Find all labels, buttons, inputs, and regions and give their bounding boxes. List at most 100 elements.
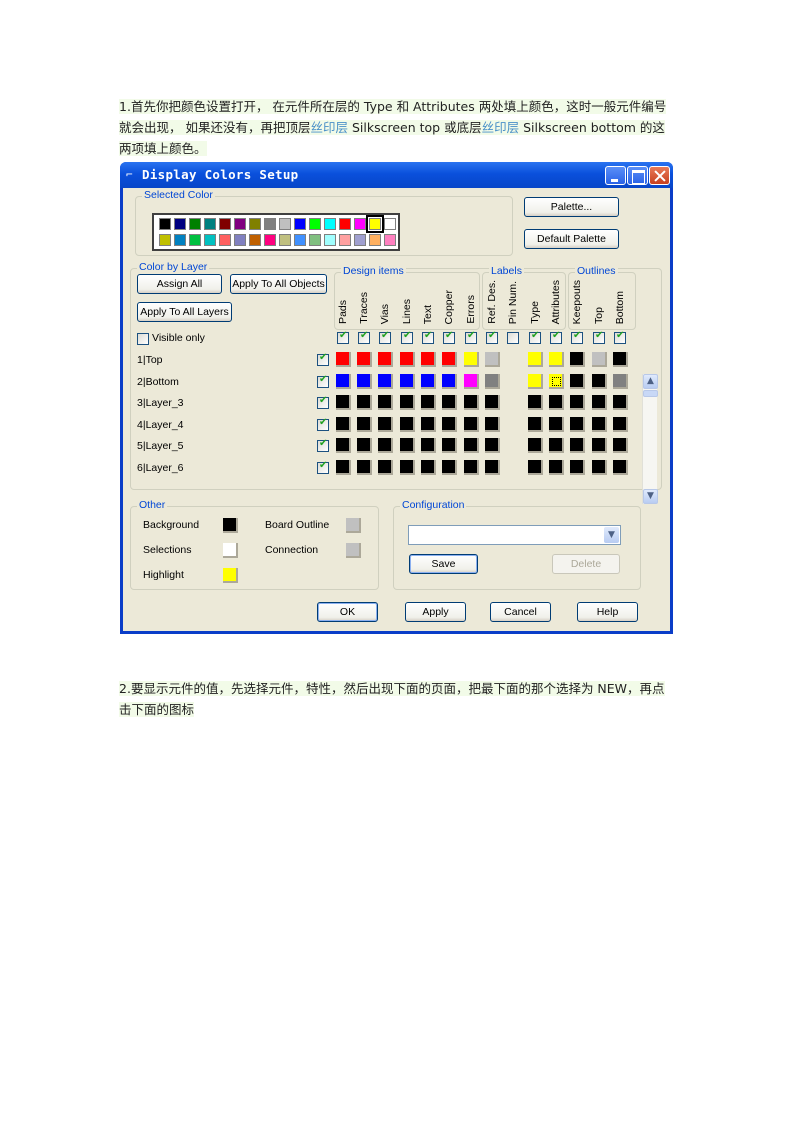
- layer-enable-checkbox[interactable]: [317, 374, 329, 388]
- layer-color-swatch[interactable]: [592, 373, 607, 389]
- cancel-button[interactable]: Cancel: [490, 602, 551, 622]
- palette-swatch[interactable]: [219, 218, 231, 230]
- column-enable-checkbox[interactable]: [465, 330, 477, 344]
- layer-color-swatch[interactable]: [400, 373, 415, 389]
- chevron-down-icon[interactable]: ▼: [604, 527, 619, 543]
- layer-enable-checkbox[interactable]: [317, 460, 329, 474]
- layer-color-swatch[interactable]: [421, 352, 436, 367]
- palette-swatch[interactable]: [309, 234, 321, 246]
- palette-swatch[interactable]: [234, 218, 246, 230]
- layer-color-swatch[interactable]: [336, 416, 351, 432]
- palette-swatch[interactable]: [174, 234, 186, 246]
- layer-scrollbar[interactable]: ▲ ▼: [642, 374, 658, 504]
- layer-color-swatch[interactable]: [357, 395, 372, 410]
- layer-color-swatch[interactable]: [613, 395, 628, 410]
- layer-enable-checkbox[interactable]: [317, 417, 329, 431]
- layer-color-swatch[interactable]: [357, 373, 372, 389]
- layer-color-swatch[interactable]: [357, 438, 372, 453]
- layer-color-swatch[interactable]: [485, 438, 500, 453]
- layer-color-swatch[interactable]: [400, 352, 415, 367]
- palette-swatch[interactable]: [189, 234, 201, 246]
- layer-color-swatch[interactable]: [549, 352, 564, 367]
- palette-swatch[interactable]: [279, 234, 291, 246]
- layer-color-swatch[interactable]: [336, 352, 351, 367]
- other-item-swatch[interactable]: [223, 568, 238, 583]
- column-enable-checkbox[interactable]: [571, 330, 583, 344]
- palette-swatch[interactable]: [324, 218, 336, 230]
- layer-color-swatch[interactable]: [378, 416, 393, 432]
- column-enable-checkbox[interactable]: [529, 330, 541, 344]
- palette-swatch[interactable]: [249, 234, 261, 246]
- layer-color-swatch[interactable]: [378, 438, 393, 453]
- palette-swatch[interactable]: [354, 218, 366, 230]
- layer-color-swatch[interactable]: [378, 352, 393, 367]
- scroll-up-icon[interactable]: ▲: [643, 374, 658, 389]
- layer-color-swatch[interactable]: [464, 438, 479, 453]
- layer-color-swatch[interactable]: [336, 438, 351, 453]
- layer-color-swatch[interactable]: [613, 373, 628, 389]
- layer-color-swatch[interactable]: [378, 373, 393, 389]
- layer-color-swatch[interactable]: [442, 373, 457, 389]
- layer-color-swatch[interactable]: [549, 416, 564, 432]
- layer-color-swatch[interactable]: [378, 459, 393, 475]
- palette-swatch[interactable]: [204, 234, 216, 246]
- palette-swatch[interactable]: [159, 234, 171, 246]
- layer-color-swatch[interactable]: [570, 459, 585, 475]
- layer-color-swatch[interactable]: [485, 416, 500, 432]
- configuration-select[interactable]: ▼: [408, 525, 621, 545]
- default-palette-button[interactable]: Default Palette: [524, 229, 619, 249]
- layer-color-swatch[interactable]: [421, 395, 436, 410]
- layer-color-swatch[interactable]: [400, 438, 415, 453]
- layer-color-swatch[interactable]: [613, 459, 628, 475]
- palette-swatch[interactable]: [339, 218, 351, 230]
- delete-button[interactable]: Delete: [552, 554, 620, 574]
- layer-color-swatch[interactable]: [336, 373, 351, 389]
- layer-color-swatch[interactable]: [592, 395, 607, 410]
- layer-color-swatch[interactable]: [549, 438, 564, 453]
- layer-color-swatch[interactable]: [592, 352, 607, 367]
- layer-color-swatch[interactable]: [528, 395, 543, 410]
- column-enable-checkbox[interactable]: [443, 330, 455, 344]
- palette-swatch[interactable]: [384, 234, 396, 246]
- layer-color-swatch[interactable]: [400, 416, 415, 432]
- palette-swatch[interactable]: [219, 234, 231, 246]
- palette-swatch[interactable]: [384, 218, 396, 230]
- layer-color-swatch[interactable]: [549, 373, 564, 389]
- layer-color-swatch[interactable]: [485, 373, 500, 389]
- palette-swatch[interactable]: [369, 234, 381, 246]
- layer-color-swatch[interactable]: [421, 438, 436, 453]
- layer-color-swatch[interactable]: [528, 438, 543, 453]
- palette-swatch[interactable]: [264, 234, 276, 246]
- layer-enable-checkbox[interactable]: [317, 352, 329, 366]
- layer-color-swatch[interactable]: [570, 416, 585, 432]
- layer-color-swatch[interactable]: [485, 352, 500, 367]
- layer-color-swatch[interactable]: [528, 459, 543, 475]
- close-icon[interactable]: [649, 166, 670, 185]
- layer-color-swatch[interactable]: [613, 438, 628, 453]
- palette-swatch[interactable]: [174, 218, 186, 230]
- layer-color-swatch[interactable]: [613, 352, 628, 367]
- apply-to-all-layers-button[interactable]: Apply To All Layers: [137, 302, 232, 322]
- column-enable-checkbox[interactable]: [593, 330, 605, 344]
- palette-swatch[interactable]: [249, 218, 261, 230]
- column-enable-checkbox[interactable]: [550, 330, 562, 344]
- silkscreen-link-1[interactable]: 丝印层: [310, 120, 348, 135]
- layer-color-swatch[interactable]: [464, 352, 479, 367]
- layer-color-swatch[interactable]: [464, 416, 479, 432]
- layer-color-swatch[interactable]: [592, 438, 607, 453]
- column-enable-checkbox[interactable]: [337, 330, 349, 344]
- layer-color-swatch[interactable]: [421, 373, 436, 389]
- layer-color-swatch[interactable]: [336, 459, 351, 475]
- layer-enable-checkbox[interactable]: [317, 395, 329, 409]
- silkscreen-link-2[interactable]: 丝印层: [481, 120, 520, 135]
- layer-color-swatch[interactable]: [592, 459, 607, 475]
- layer-enable-checkbox[interactable]: [317, 438, 329, 452]
- palette-swatch[interactable]: [294, 218, 306, 230]
- minimize-icon[interactable]: [605, 166, 626, 185]
- layer-color-swatch[interactable]: [421, 459, 436, 475]
- layer-color-swatch[interactable]: [549, 459, 564, 475]
- column-enable-checkbox[interactable]: [401, 330, 413, 344]
- layer-color-swatch[interactable]: [357, 352, 372, 367]
- palette-swatch[interactable]: [264, 218, 276, 230]
- layer-color-swatch[interactable]: [570, 438, 585, 453]
